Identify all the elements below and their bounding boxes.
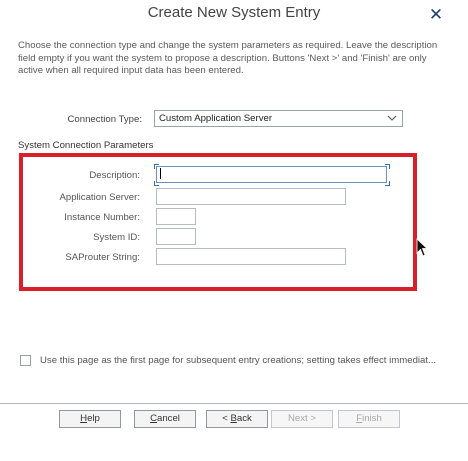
help-button-text: elp <box>87 413 100 424</box>
chevron-down-icon <box>387 115 397 121</box>
back-button-text: ack <box>236 413 252 424</box>
focus-corner-tr <box>385 164 390 169</box>
system-id-label: System ID: <box>93 232 140 243</box>
instructions-text: Choose the connection type and change th… <box>18 40 438 76</box>
finish-button-text: inish <box>362 413 382 424</box>
description-label: Description: <box>89 170 140 181</box>
text-caret <box>160 168 161 179</box>
close-icon[interactable]: ✕ <box>425 4 447 26</box>
connection-params-section-title: System Connection Parameters <box>18 140 154 151</box>
first-page-checkbox-label: Use this page as the first page for subs… <box>40 355 437 366</box>
back-button[interactable]: < Back <box>206 410 268 428</box>
finish-button[interactable]: Finish <box>338 410 400 428</box>
system-id-input[interactable] <box>156 228 196 245</box>
description-input[interactable] <box>156 166 387 183</box>
footer-separator <box>0 403 468 404</box>
instance-number-label: Instance Number: <box>64 212 140 223</box>
application-server-label: Application Server: <box>59 192 140 203</box>
first-page-checkbox[interactable] <box>20 355 31 366</box>
help-button[interactable]: Help <box>59 410 121 428</box>
focus-corner-br <box>385 181 390 186</box>
connection-type-value: Custom Application Server <box>159 113 273 124</box>
saprouter-string-label: SAProuter String: <box>65 252 140 263</box>
cancel-button-accel: C <box>150 413 157 424</box>
cancel-button-text: ancel <box>157 413 180 424</box>
application-server-input[interactable] <box>156 188 346 205</box>
saprouter-string-input[interactable] <box>156 248 346 265</box>
mouse-pointer-icon <box>416 238 428 257</box>
focus-corner-bl <box>154 181 159 186</box>
next-button[interactable]: Next > <box>271 410 333 428</box>
cancel-button[interactable]: Cancel <box>134 410 196 428</box>
connection-type-select[interactable]: Custom Application Server <box>154 110 403 127</box>
instance-number-input[interactable] <box>156 208 196 225</box>
dialog-title: Create New System Entry <box>147 4 321 21</box>
create-system-entry-dialog: Create New System Entry ✕ Choose the con… <box>0 0 468 461</box>
connection-type-label: Connection Type: <box>67 114 143 125</box>
focus-corner-tl <box>154 164 159 169</box>
